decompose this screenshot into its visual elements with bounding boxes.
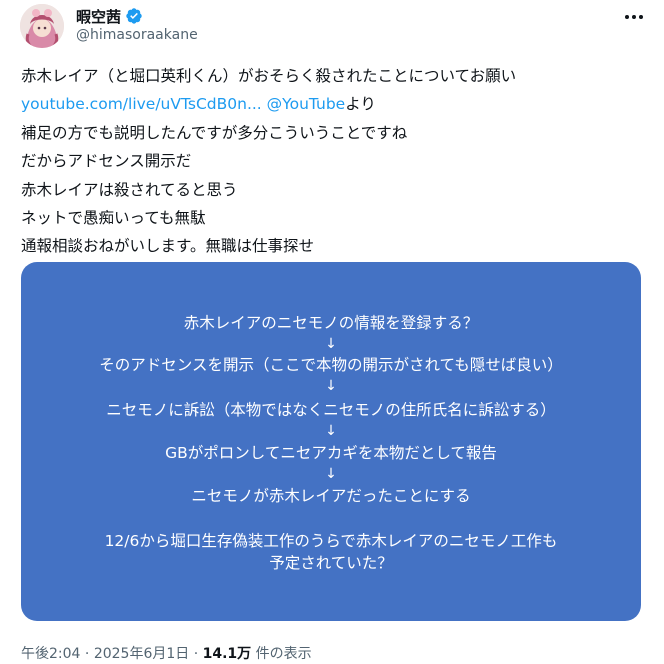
tweet-line: 通報相談おねがいします。無職は仕事探せ <box>21 237 314 256</box>
tweet-link-line: youtube.com/live/uVTsCdB0n... @YouTubeより <box>21 90 651 118</box>
author-display-name[interactable]: 暇空茜 <box>76 6 121 27</box>
meta-separator: · <box>80 646 94 662</box>
flow-step-1: 赤木レイアのニセモノの情報を登録する？ <box>183 314 479 332</box>
flow-step-5: ニセモノが赤木レイアだったことにする <box>191 487 471 505</box>
link-suffix: より <box>345 95 376 114</box>
flow-note-line-2: 予定されていた？ <box>269 554 393 572</box>
avatar[interactable] <box>20 4 64 48</box>
attached-image-card[interactable]: 赤木レイアのニセモノの情報を登録する？ ↓ そのアドセンスを開示（ここで本物の開… <box>21 262 641 621</box>
flow-step-3: ニセモノに訴訟（本物ではなくニセモノの住所氏名に訴訟する） <box>106 401 556 419</box>
verified-badge-icon <box>125 7 143 25</box>
flow-arrow: ↓ <box>325 423 337 439</box>
tweet-meta: 午後2:04 · 2025年6月1日 · 14.1万 件の表示 <box>21 643 312 663</box>
tweet-date[interactable]: 2025年6月1日 <box>94 646 189 662</box>
flow-arrow: ↓ <box>325 336 337 352</box>
author-name-row[interactable]: 暇空茜 <box>76 6 143 26</box>
author-handle[interactable]: @himasoraakane <box>76 27 198 43</box>
flow-arrow: ↓ <box>325 466 337 482</box>
youtube-mention-link[interactable]: @YouTube <box>267 95 346 113</box>
tweet-line: だからアドセンス開示だ <box>21 152 192 171</box>
tweet-line: 赤木レイア（と堀口英利くん）がおそらく殺されたことについてお願い <box>21 67 517 85</box>
view-count[interactable]: 14.1万 <box>203 646 252 662</box>
view-count-suffix: 件の表示 <box>251 646 312 662</box>
flow-arrow: ↓ <box>325 378 337 394</box>
youtube-link[interactable]: youtube.com/live/uVTsCdB0n... <box>21 95 262 113</box>
more-options-icon <box>625 15 643 19</box>
tweet-line: ネットで愚痴いっても無駄 <box>21 208 206 227</box>
tweet-line: 補足の方でも説明したんですが多分こういうことですね <box>21 123 408 142</box>
tweet-line: 赤木レイアは殺されてると思う <box>21 180 238 199</box>
flow-step-2: そのアドセンスを開示（ここで本物の開示がされても隠せば良い） <box>99 356 563 374</box>
flow-step-4: GBがポロンしてニセアカギを本物だとして報告 <box>165 444 497 462</box>
tweet: 暇空茜 @himasoraakane 赤木レイア（と堀口英利くん）がおそらく殺さ… <box>0 0 664 664</box>
flow-note-line-1: 12/6から堀口生存偽装工作のうらで赤木レイアのニセモノ工作も <box>104 532 558 550</box>
tweet-text: 赤木レイア（と堀口英利くん）がおそらく殺されたことについてお願い youtube… <box>21 62 651 261</box>
tweet-time[interactable]: 午後2:04 <box>21 646 80 662</box>
more-options-button[interactable] <box>622 8 646 26</box>
meta-separator: · <box>189 646 203 662</box>
avatar-image <box>20 4 64 48</box>
